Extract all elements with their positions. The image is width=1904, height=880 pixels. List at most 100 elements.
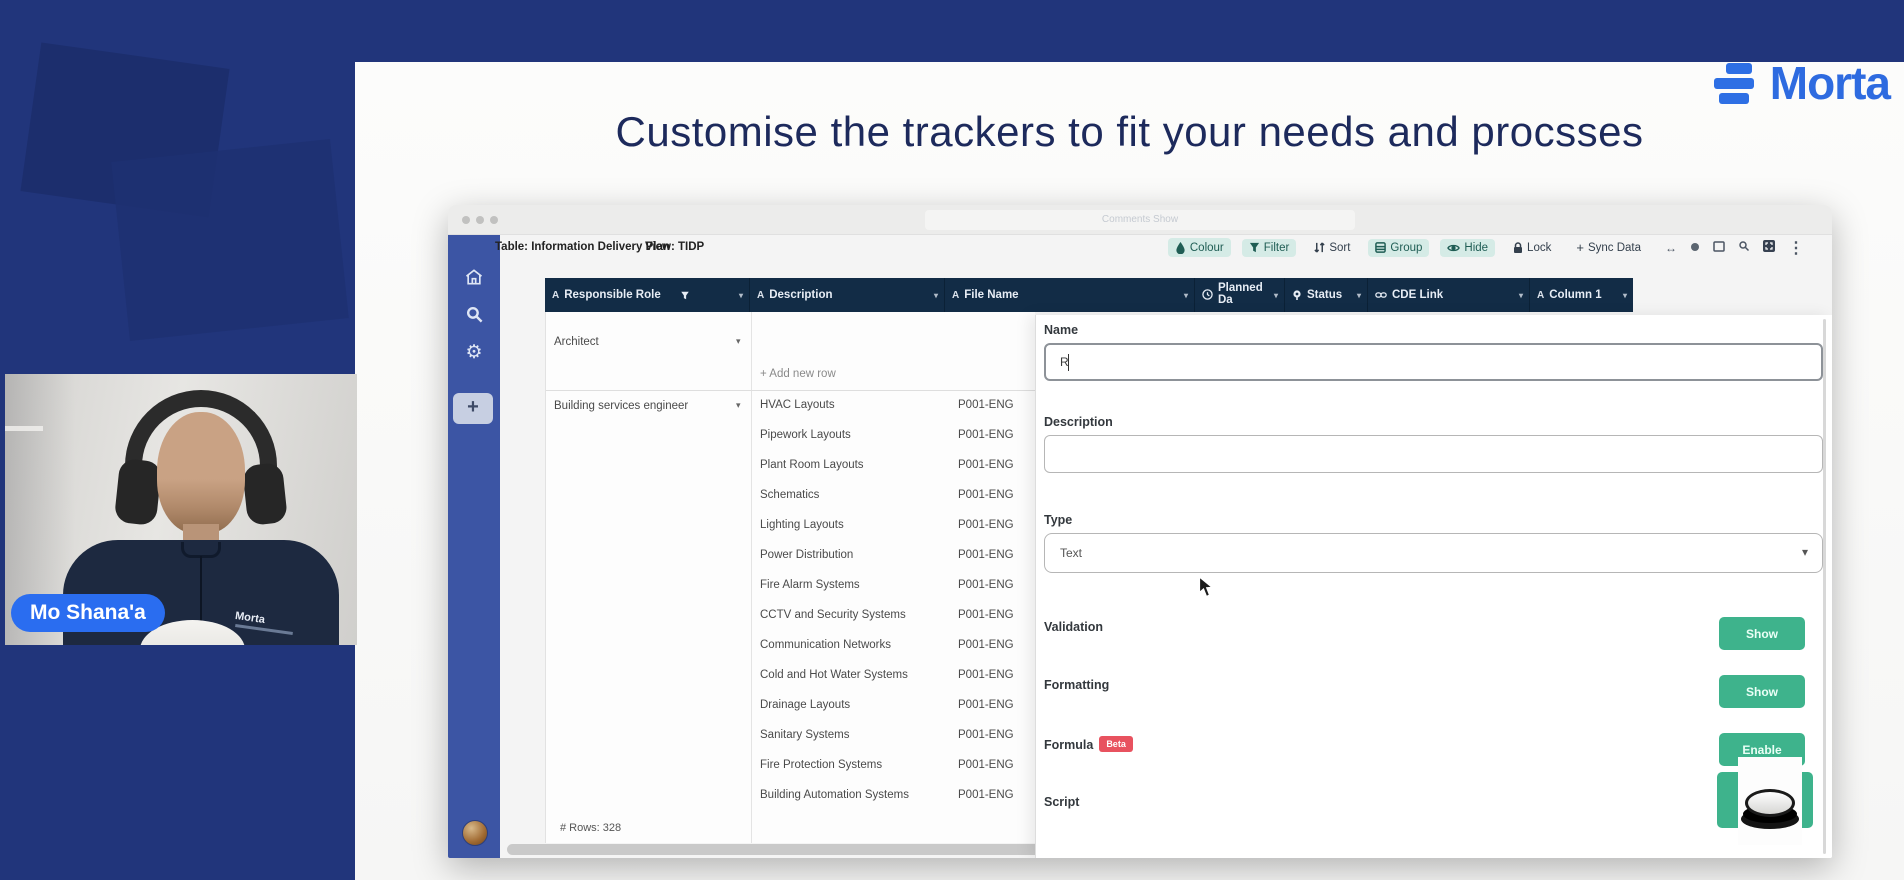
file-name-cell[interactable]: P001-ENG <box>958 549 1014 561</box>
description-cell[interactable]: Schematics <box>760 489 819 501</box>
lock-button[interactable]: Lock <box>1506 239 1558 257</box>
file-name-cell[interactable]: P001-ENG <box>958 459 1014 471</box>
speaker-head <box>157 412 245 534</box>
table-row[interactable]: Power Distribution P001-ENG <box>752 541 1035 571</box>
column-header-description[interactable]: A Description ▾ <box>750 278 945 312</box>
type-select[interactable]: Text ▾ <box>1044 533 1823 573</box>
validation-show-button[interactable]: Show <box>1719 617 1805 650</box>
table-body: Architect ▾ + Add new row Building servi… <box>545 312 1035 843</box>
slide-title: Customise the trackers to fit your needs… <box>355 108 1904 156</box>
mouse-cursor <box>1198 576 1215 603</box>
description-input[interactable] <box>1044 435 1823 473</box>
window-minimize-button[interactable] <box>476 216 484 224</box>
search-icon[interactable] <box>448 305 500 329</box>
description-cell[interactable]: Cold and Hot Water Systems <box>760 669 908 681</box>
dot-icon[interactable] <box>1690 239 1700 257</box>
table-row[interactable]: Pipework Layouts P001-ENG <box>752 421 1035 451</box>
description-cell[interactable]: Plant Room Layouts <box>760 459 864 471</box>
comments-toggle[interactable]: Comments Show <box>925 210 1355 230</box>
table-row[interactable]: Cold and Hot Water Systems P001-ENG <box>752 661 1035 691</box>
group-button[interactable]: Group <box>1368 239 1429 257</box>
column-header-cde-link[interactable]: CDE Link ▾ <box>1368 278 1530 312</box>
table-row[interactable]: HVAC Layouts P001-ENG <box>752 391 1035 421</box>
hide-button[interactable]: Hide <box>1440 239 1495 257</box>
column-header-planned-date[interactable]: PlannedDa ▾ <box>1195 278 1285 312</box>
table-row[interactable]: Communication Networks P001-ENG <box>752 631 1035 661</box>
chevron-down-icon[interactable]: ▾ <box>934 291 938 300</box>
file-name-cell[interactable]: P001-ENG <box>958 399 1014 411</box>
kebab-menu-icon[interactable]: ⋮ <box>1788 238 1804 258</box>
formatting-show-button[interactable]: Show <box>1719 675 1805 708</box>
file-name-cell[interactable]: P001-ENG <box>958 609 1014 621</box>
user-avatar[interactable] <box>462 820 488 846</box>
description-cell[interactable]: Communication Networks <box>760 639 891 651</box>
table-row[interactable]: Schematics P001-ENG <box>752 481 1035 511</box>
table-row[interactable]: CCTV and Security Systems P001-ENG <box>752 601 1035 631</box>
hide-icon <box>1447 243 1460 253</box>
window-zoom-button[interactable] <box>490 216 498 224</box>
table-row[interactable]: Drainage Layouts P001-ENG <box>752 691 1035 721</box>
table-row[interactable]: Fire Protection Systems P001-ENG <box>752 751 1035 781</box>
text-type-icon: A <box>952 290 959 301</box>
file-name-cell[interactable]: P001-ENG <box>958 759 1014 771</box>
file-name-cell[interactable]: P001-ENG <box>958 579 1014 591</box>
description-cell[interactable]: Fire Protection Systems <box>760 759 882 771</box>
view-name-label[interactable]: View: TIDP <box>645 241 704 253</box>
window-close-button[interactable] <box>462 216 470 224</box>
file-name-cell[interactable]: P001-ENG <box>958 669 1014 681</box>
frame-icon[interactable] <box>1713 239 1725 257</box>
add-table-button[interactable]: + <box>453 393 493 424</box>
panel-scrollbar[interactable] <box>1823 319 1826 854</box>
description-cell[interactable]: HVAC Layouts <box>760 399 835 411</box>
gear-icon[interactable]: ⚙ <box>448 341 500 364</box>
description-cell[interactable]: Sanitary Systems <box>760 729 849 741</box>
text-cursor <box>1068 354 1069 371</box>
column-header-file-name[interactable]: A File Name ▾ <box>945 278 1195 312</box>
description-cell[interactable]: Lighting Layouts <box>760 519 844 531</box>
file-name-cell[interactable]: P001-ENG <box>958 789 1014 801</box>
chevron-down-icon[interactable]: ▾ <box>1357 291 1361 300</box>
name-input[interactable]: R <box>1044 343 1823 381</box>
add-new-row-button[interactable]: + Add new row <box>760 368 836 380</box>
file-name-cell[interactable]: P001-ENG <box>958 519 1014 531</box>
search-icon[interactable] <box>1738 239 1750 257</box>
chevron-down-icon[interactable]: ▾ <box>736 336 741 347</box>
file-name-cell[interactable]: P001-ENG <box>958 489 1014 501</box>
file-name-cell[interactable]: P001-ENG <box>958 429 1014 441</box>
sort-button[interactable]: Sort <box>1307 239 1357 257</box>
chevron-down-icon[interactable]: ▾ <box>1274 291 1278 300</box>
table-row[interactable]: Building Automation Systems P001-ENG <box>752 781 1035 811</box>
home-icon[interactable] <box>448 267 500 292</box>
table-row[interactable]: Lighting Layouts P001-ENG <box>752 511 1035 541</box>
lock-icon <box>1513 242 1523 254</box>
file-name-cell[interactable]: P001-ENG <box>958 639 1014 651</box>
expand-icon[interactable] <box>1763 239 1775 257</box>
chevron-down-icon[interactable]: ▾ <box>1184 291 1188 300</box>
table-row[interactable]: Sanitary Systems P001-ENG <box>752 721 1035 751</box>
column-header-column-1[interactable]: A Column 1 ▾ <box>1530 278 1633 312</box>
table-row[interactable]: Fire Alarm Systems P001-ENG <box>752 571 1035 601</box>
chevron-down-icon[interactable]: ▾ <box>1519 291 1523 300</box>
description-cell[interactable]: Drainage Layouts <box>760 699 850 711</box>
chevron-down-icon[interactable]: ▾ <box>739 291 743 300</box>
file-name-cell[interactable]: P001-ENG <box>958 699 1014 711</box>
description-cell[interactable]: Building Automation Systems <box>760 789 909 801</box>
table-name-label[interactable]: Table: Information Delivery Plan <box>495 241 670 253</box>
column-header-status[interactable]: Status ▾ <box>1285 278 1368 312</box>
chevron-down-icon[interactable]: ▾ <box>1623 291 1627 300</box>
description-cell[interactable]: CCTV and Security Systems <box>760 609 906 621</box>
role-cell[interactable]: Building services engineer <box>554 400 688 412</box>
description-cell[interactable]: Power Distribution <box>760 549 853 561</box>
validation-label: Validation <box>1044 620 1103 634</box>
description-cell[interactable]: Pipework Layouts <box>760 429 851 441</box>
sync-data-button[interactable]: + Sync Data <box>1569 237 1648 258</box>
role-cell[interactable]: Architect <box>554 336 599 348</box>
colour-button[interactable]: Colour <box>1168 238 1231 257</box>
chevron-down-icon[interactable]: ▾ <box>736 400 741 411</box>
table-row[interactable]: Plant Room Layouts P001-ENG <box>752 451 1035 481</box>
column-header-responsible-role[interactable]: A Responsible Role ▾ <box>545 278 750 312</box>
description-cell[interactable]: Fire Alarm Systems <box>760 579 860 591</box>
filter-button[interactable]: Filter <box>1242 239 1297 257</box>
arrows-horizontal-icon[interactable]: ↔ <box>1665 241 1677 255</box>
file-name-cell[interactable]: P001-ENG <box>958 729 1014 741</box>
